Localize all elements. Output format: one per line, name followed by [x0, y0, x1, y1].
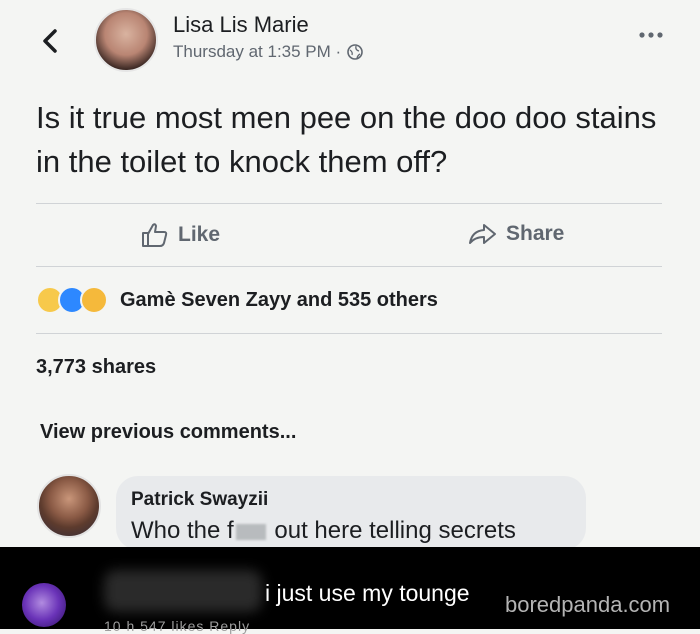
poster-avatar[interactable] — [94, 8, 158, 72]
reply-meta: 10 h 547 likes Reply — [104, 618, 251, 634]
reply-text: i just use my tounge — [265, 580, 470, 606]
comment-author[interactable]: Patrick Swayzii — [131, 489, 268, 511]
comment-text-end: out here telling secrets — [274, 517, 516, 544]
divider — [36, 266, 662, 267]
poster-name[interactable]: Lisa Lis Marie — [173, 12, 309, 38]
like-label: Like — [178, 223, 221, 246]
reaction-icons — [36, 286, 108, 314]
divider — [36, 333, 662, 334]
censored-word — [235, 523, 266, 540]
more-options-icon[interactable] — [638, 30, 664, 40]
commenter-avatar[interactable] — [37, 474, 101, 538]
back-chevron-icon[interactable] — [36, 26, 66, 56]
globe-icon — [347, 44, 363, 60]
shares-count[interactable]: 3,773 shares — [36, 356, 156, 379]
share-label: Share — [506, 222, 565, 245]
boredpanda-watermark: boredpanda.com — [505, 592, 671, 617]
wow-reaction-icon — [80, 286, 108, 314]
divider — [36, 203, 662, 204]
comment-text: Who the f out here telling secrets — [131, 517, 516, 545]
view-previous-comments-link[interactable]: View previous comments... — [40, 421, 296, 444]
share-button[interactable]: Share — [467, 222, 564, 246]
post-text: Is it true most men pee on the doo doo s… — [36, 100, 657, 179]
reactions-text: Gamè Seven Zayy and 535 others — [120, 288, 438, 311]
post-meta: Thursday at 1:35 PM · — [173, 42, 363, 62]
comment-text-start: Who the f — [131, 517, 234, 544]
thumbs-up-icon — [142, 223, 168, 247]
post-timestamp: Thursday at 1:35 PM · — [173, 42, 342, 61]
share-arrow-icon — [469, 224, 496, 244]
redacted-name — [104, 570, 262, 612]
like-button[interactable]: Like — [141, 222, 220, 248]
reply-avatar[interactable] — [22, 583, 66, 627]
reactions-summary[interactable]: Gamè Seven Zayy and 535 others — [36, 286, 438, 314]
